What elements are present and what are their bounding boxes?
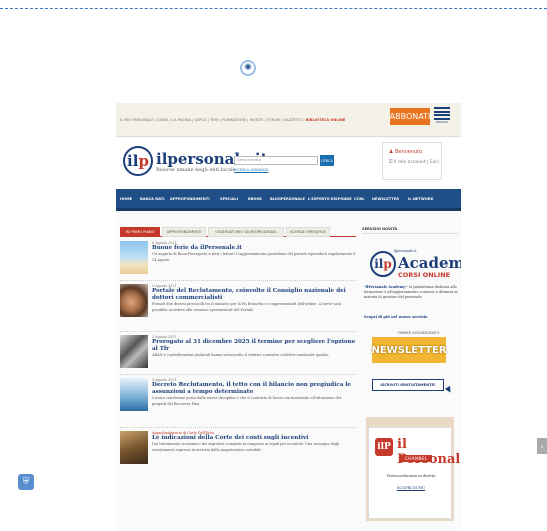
top-links-items[interactable]: IL MIO PERSONALE | GUIDA | LA PAGINA | C…	[120, 118, 306, 122]
article-summary: L'unica condizione posta dalla nuova dis…	[152, 396, 341, 406]
search-input[interactable]: Cerca nel sito	[234, 156, 318, 165]
subscribe-button[interactable]: ABBONATI	[390, 108, 430, 125]
nav-banca-dati[interactable]: BANCA DATI	[140, 197, 164, 201]
tab-osservatorio[interactable]: OSSERVATORIO GIURISPRUDENZA	[208, 227, 284, 237]
channel-banner[interactable]: ilP il Personale CHANNEL Videoconferenze…	[366, 417, 461, 521]
nav-network[interactable]: IL NETWORK	[408, 197, 433, 201]
article-thumbnail[interactable]	[120, 241, 148, 274]
academy-small: ilpersonale.it	[394, 249, 417, 253]
article-summary: Un augurio di Buon Ferragosto a tutti i …	[152, 252, 356, 262]
article-title[interactable]: Decreto Reclutamento, il tetto con il bi…	[152, 382, 356, 396]
academy-link[interactable]: Scopri di più nel nuovo servizio	[364, 315, 427, 319]
academy-banner[interactable]: ilp ilpersonale.it Academy CORSI ONLINE …	[362, 237, 461, 325]
list-item: 5 Agosto 2021 Portale del Reclutamento, …	[120, 284, 356, 332]
top-links-bar: IL MIO PERSONALE | GUIDA | LA PAGINA | C…	[116, 103, 461, 137]
article-summary: ARAN e confederazioni sindacali hanno so…	[152, 353, 329, 357]
tab-approfondimenti[interactable]: APPROFONDIMENTI	[162, 227, 206, 237]
article-title[interactable]: Portale del Reclutamento, coinvolto il C…	[152, 288, 356, 302]
academy-logo-icon: il p	[370, 251, 396, 277]
sidebar-heading: SERVIZIO NOVITÀ	[362, 227, 458, 234]
newsletter-title-box: NEWSLETTER	[371, 337, 447, 363]
biblioteca-link[interactable]: BIBLIOTECA ONLINE	[306, 118, 346, 122]
list-item: Approfondimento di Carlo Dell'Erba Le in…	[120, 431, 356, 477]
channel-link[interactable]: SCOPRI DI PIÙ	[369, 486, 453, 490]
academy-desc-bold: "ilPersonale Academy"	[364, 285, 407, 289]
news-tabs: IN PRIMO PIANO APPROFONDIMENTI OSSERVATO…	[120, 227, 356, 237]
academy-desc: "ilPersonale Academy": la piattaforma de…	[364, 285, 458, 301]
nav-approfondimenti[interactable]: APPROFONDIMENTI	[170, 197, 210, 201]
logo-p: p	[138, 152, 149, 170]
list-item: 5 Agosto 2021 Decreto Reclutamento, il t…	[120, 378, 356, 428]
academy-logo-p: p	[383, 257, 392, 271]
nav-ebook[interactable]: EBOOK	[248, 197, 262, 201]
nav-newsletter[interactable]: NEWSLETTER	[372, 197, 399, 201]
maggioli-logo[interactable]: MAGGIOLI	[434, 107, 450, 127]
newsletter-subscribe-button[interactable]: ISCRIVITI GRATUITAMENTE!	[372, 379, 444, 391]
search-button[interactable]: CERCA	[320, 155, 334, 166]
list-item: 6 Agosto 2021 Buone ferie da ilPersonale…	[120, 241, 356, 281]
article-summary: Dal trattamento economico dei segretari …	[152, 442, 340, 452]
newsletter-firmati: FIRMATI ASSUNZIONATO	[398, 331, 440, 335]
nav-speciali[interactable]: SPECIALI	[220, 197, 238, 201]
channel-label: CHANNEL	[401, 455, 432, 462]
scroll-right-button[interactable]: ›	[537, 438, 547, 454]
advanced-search-link[interactable]: RICERCA AVANZATA	[234, 168, 268, 172]
account-box: ♟ Benvenuto ⚿ Il mio account | Esci	[382, 142, 442, 180]
site-header: il p ilpersonale.it Risorse umane negli e…	[116, 138, 461, 188]
sidebar: SERVIZIO NOVITÀ il p ilpersonale.it Acade…	[362, 227, 461, 521]
pointer-icon	[444, 385, 454, 395]
channel-desc: Videoconferenze in diretta	[386, 474, 436, 478]
channel-name: il Personale	[397, 437, 461, 467]
nav-esperto[interactable]: L'ESPERTO RISPONDE	[308, 197, 352, 201]
maggioli-label: MAGGIOLI	[436, 121, 448, 124]
nav-blog[interactable]: BLOGPERSONALE	[270, 197, 305, 201]
article-thumbnail[interactable]	[120, 431, 148, 464]
academy-logo-il: il	[374, 257, 384, 271]
site-logo-icon[interactable]: il p	[123, 146, 153, 176]
channel-card: ilP il Personale CHANNEL Videoconferenze…	[368, 427, 461, 519]
page-frame: IL MIO PERSONALE | GUIDA | LA PAGINA | C…	[116, 103, 461, 531]
article-title[interactable]: Prorogato al 31 dicembre 2025 il termine…	[152, 339, 356, 353]
channel-logo-icon: ilP	[375, 438, 393, 456]
academy-title: Academy	[398, 254, 461, 272]
welcome-text: Benvenuto	[395, 149, 423, 155]
account-links-text[interactable]: Il mio account | Esci	[394, 160, 439, 165]
article-thumbnail[interactable]	[120, 335, 148, 368]
nav-home[interactable]: HOME	[120, 197, 132, 201]
article-thumbnail[interactable]	[120, 378, 148, 411]
tab-schede[interactable]: SCHEDE OPERATIVE	[286, 227, 330, 237]
top-divider	[0, 8, 547, 9]
tab-primo-piano[interactable]: IN PRIMO PIANO	[120, 227, 160, 237]
academy-corsi: CORSI ONLINE	[398, 271, 451, 279]
wheel-icon: ✺	[240, 60, 256, 76]
newsletter-banner[interactable]: FIRMATI ASSUNZIONATO NEWSLETTER ISCRIVIT…	[371, 331, 454, 405]
shield-icon[interactable]: ⛨	[18, 474, 34, 490]
site-tagline: Risorse umane negli enti locali	[156, 167, 235, 173]
article-thumbnail[interactable]	[120, 284, 148, 317]
welcome-label: ♟ Benvenuto	[383, 149, 441, 155]
article-title[interactable]: Le indicazioni della Corte dei conti sug…	[152, 435, 356, 442]
main-nav: HOME BANCA DATI APPROFONDIMENTI SPECIALI…	[116, 189, 461, 211]
logo-il: il	[127, 152, 139, 170]
account-links[interactable]: ⚿ Il mio account | Esci	[383, 159, 441, 165]
newsletter-title: NEWSLETTER	[371, 344, 447, 356]
article-title[interactable]: Buone ferie da ilPersonale.it	[152, 245, 356, 252]
article-summary: Firmati due diversi protocolli tra il mi…	[152, 302, 342, 312]
nav-ccnl[interactable]: CCNL	[354, 197, 365, 201]
top-links[interactable]: IL MIO PERSONALE | GUIDA | LA PAGINA | C…	[120, 118, 345, 122]
list-item: 5 Agosto 2021 Prorogato al 31 dicembre 2…	[120, 335, 356, 375]
